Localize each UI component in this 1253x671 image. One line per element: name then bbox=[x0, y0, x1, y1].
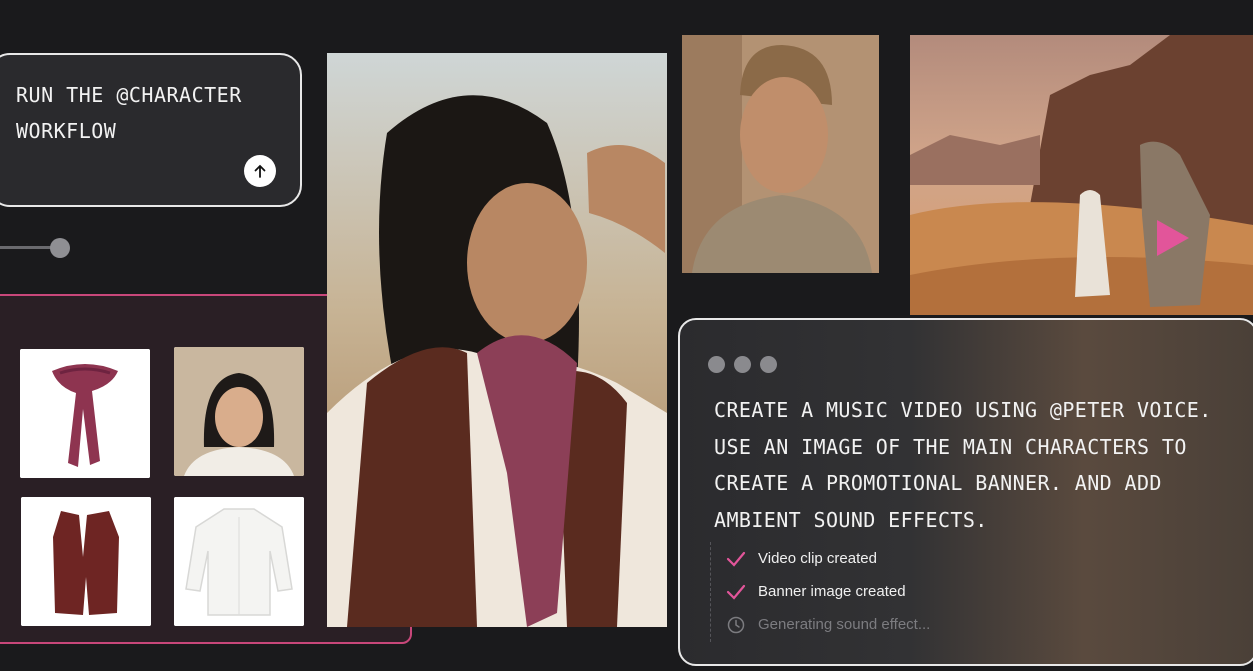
send-button[interactable] bbox=[244, 155, 276, 187]
prompt-text: RUN THE @CHARACTER WORKFLOW bbox=[16, 83, 242, 143]
man-portrait-image bbox=[682, 35, 879, 273]
check-icon bbox=[726, 551, 746, 567]
asset-shirt[interactable] bbox=[174, 497, 304, 626]
steps-connector bbox=[710, 542, 712, 642]
step-label: Generating sound effect... bbox=[758, 616, 931, 633]
asset-scarf[interactable] bbox=[20, 349, 150, 478]
man-portrait-photo bbox=[682, 35, 879, 273]
step-video-clip: Video clip created bbox=[724, 542, 930, 575]
play-icon[interactable] bbox=[1155, 218, 1191, 258]
desert-scene-image bbox=[910, 35, 1253, 315]
check-icon bbox=[726, 584, 746, 600]
task-steps: Video clip created Banner image created … bbox=[724, 542, 930, 641]
slider-handle[interactable] bbox=[50, 238, 70, 258]
step-sound-effect: Generating sound effect... bbox=[724, 608, 930, 641]
asset-vest[interactable] bbox=[21, 497, 151, 626]
vest-image bbox=[21, 497, 151, 626]
video-clip-thumbnail[interactable] bbox=[910, 35, 1253, 315]
shirt-image bbox=[174, 497, 304, 626]
window-dot bbox=[734, 356, 751, 373]
woman-desert-image bbox=[327, 53, 667, 627]
scarf-image bbox=[20, 349, 150, 478]
window-dot bbox=[760, 356, 777, 373]
step-label: Video clip created bbox=[758, 550, 877, 567]
prompt-card[interactable]: RUN THE @CHARACTER WORKFLOW bbox=[0, 53, 302, 207]
chat-message: CREATE A MUSIC VIDEO USING @PETER VOICE.… bbox=[714, 398, 1212, 532]
woman-portrait-image bbox=[174, 347, 304, 476]
window-controls bbox=[708, 356, 777, 373]
chat-card: CREATE A MUSIC VIDEO USING @PETER VOICE.… bbox=[678, 318, 1253, 666]
main-character-photo bbox=[327, 53, 667, 627]
step-label: Banner image created bbox=[758, 583, 906, 600]
step-banner-image: Banner image created bbox=[724, 575, 930, 608]
asset-portrait[interactable] bbox=[174, 347, 304, 476]
arrow-up-icon bbox=[254, 164, 266, 178]
window-dot bbox=[708, 356, 725, 373]
clock-icon bbox=[727, 616, 745, 633]
